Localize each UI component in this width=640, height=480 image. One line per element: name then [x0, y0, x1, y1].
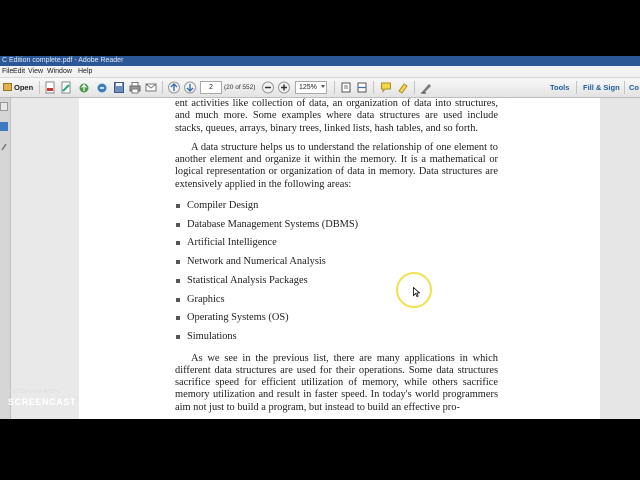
page-count: (20 of 552) — [224, 84, 256, 91]
fill-sign-tab[interactable]: Fill & Sign — [583, 81, 620, 94]
document-page: ent activities like collection of data, … — [79, 98, 600, 419]
watermark-brand: SCREENCAST MATIC — [8, 397, 122, 407]
bookmarks-icon[interactable] — [0, 122, 8, 131]
list-item-text: Graphics — [187, 293, 225, 305]
list-item: Statistical Analysis Packages — [175, 272, 498, 291]
bullet-icon — [176, 204, 180, 209]
toolbar-separator — [334, 81, 335, 94]
list-item: Operating Systems (OS) — [175, 309, 498, 328]
toolbar-separator — [39, 81, 40, 94]
bullet-icon — [176, 241, 180, 246]
bullet-icon — [176, 297, 180, 302]
menu-file[interactable]: File — [2, 66, 13, 77]
watermark-caption: RECORDED WITH — [8, 389, 59, 395]
fit-page-icon[interactable] — [340, 81, 352, 94]
list-item-text: Statistical Analysis Packages — [187, 274, 308, 286]
comment-icon[interactable] — [380, 81, 392, 94]
folder-icon — [3, 83, 12, 91]
paragraph: A data structure helps us to understand … — [175, 141, 498, 190]
comment-tab[interactable]: Co — [629, 81, 639, 94]
bullet-icon — [176, 260, 180, 265]
navigation-pane — [0, 98, 11, 419]
menu-help[interactable]: Help — [78, 66, 92, 77]
list-item-text: Network and Numerical Analysis — [187, 256, 326, 268]
highlight-icon[interactable] — [397, 81, 409, 94]
list-item-text: Operating Systems (OS) — [187, 312, 289, 324]
toolbar-separator — [414, 81, 415, 94]
title-bar: C Edition complete.pdf - Adobe Reader — [0, 56, 640, 66]
list-item-text: Simulations — [187, 330, 237, 342]
zoom-in-icon[interactable] — [278, 81, 290, 94]
watermark-brand-part2: MATIC — [91, 397, 123, 407]
toolbar-separator — [624, 81, 625, 94]
previous-page-icon[interactable] — [168, 81, 180, 94]
bullet-icon — [176, 316, 180, 321]
fit-width-icon[interactable] — [356, 81, 368, 94]
sign-icon[interactable] — [420, 81, 432, 94]
open-button-label: Open — [14, 83, 34, 92]
bullet-icon — [176, 334, 180, 339]
chevron-down-icon — [321, 85, 325, 88]
list-item-text: Artificial Intelligence — [187, 237, 277, 249]
page-thumbnails-icon[interactable] — [0, 102, 8, 111]
share-icon[interactable] — [96, 81, 108, 94]
list-item: Network and Numerical Analysis — [175, 253, 498, 272]
open-button[interactable]: Open — [2, 81, 36, 94]
bullet-icon — [176, 222, 180, 227]
mouse-cursor-icon — [413, 287, 420, 297]
edit-pdf-icon[interactable] — [60, 81, 72, 94]
zoom-value: 125% — [299, 84, 317, 91]
zoom-select[interactable]: 125% — [295, 81, 327, 94]
right-gutter — [600, 98, 640, 419]
zoom-out-icon[interactable] — [262, 81, 274, 94]
list-item: Artificial Intelligence — [175, 234, 498, 253]
print-icon[interactable] — [129, 81, 141, 94]
window-title: C Edition complete.pdf - Adobe Reader — [2, 57, 124, 64]
list-item-text: Database Management Systems (DBMS) — [187, 218, 359, 230]
toolbar-separator — [162, 81, 163, 94]
list-item: Compiler Design — [175, 197, 498, 216]
page-text: ent activities like collection of data, … — [175, 98, 498, 414]
email-icon[interactable] — [145, 81, 157, 94]
paragraph: ent activities like collection of data, … — [175, 98, 498, 134]
page-number-input[interactable]: 2 — [200, 81, 222, 94]
list-item: Database Management Systems (DBMS) — [175, 216, 498, 235]
list-item-text: Compiler Design — [187, 200, 259, 212]
menu-window[interactable]: Window — [47, 66, 72, 77]
next-page-icon[interactable] — [184, 81, 196, 94]
cloud-upload-icon[interactable] — [78, 81, 90, 94]
toolbar-separator — [576, 81, 577, 94]
watermark-logo-icon — [80, 399, 88, 406]
list-item: Simulations — [175, 328, 498, 347]
create-pdf-icon[interactable] — [44, 81, 56, 94]
adobe-reader-window: C Edition complete.pdf - Adobe Reader Fi… — [0, 56, 640, 419]
bullet-list: Compiler Design Database Management Syst… — [175, 197, 498, 347]
paragraph: As we see in the previous list, there ar… — [175, 352, 498, 413]
menu-view[interactable]: View — [28, 66, 43, 77]
menu-bar: File Edit View Window Help — [0, 66, 640, 78]
list-item: Graphics — [175, 291, 498, 310]
screencast-watermark: RECORDED WITH SCREENCAST MATIC — [8, 389, 122, 407]
attachment-icon[interactable] — [0, 142, 8, 151]
toolbar: Open 2 (20 of 552) 125% Tools Fill & Sig… — [0, 78, 640, 98]
tools-tab[interactable]: Tools — [550, 81, 569, 94]
menu-edit[interactable]: Edit — [13, 66, 25, 77]
toolbar-separator — [373, 81, 374, 94]
save-icon[interactable] — [113, 81, 125, 94]
bullet-icon — [176, 278, 180, 283]
watermark-brand-part1: SCREENCAST — [8, 397, 77, 407]
